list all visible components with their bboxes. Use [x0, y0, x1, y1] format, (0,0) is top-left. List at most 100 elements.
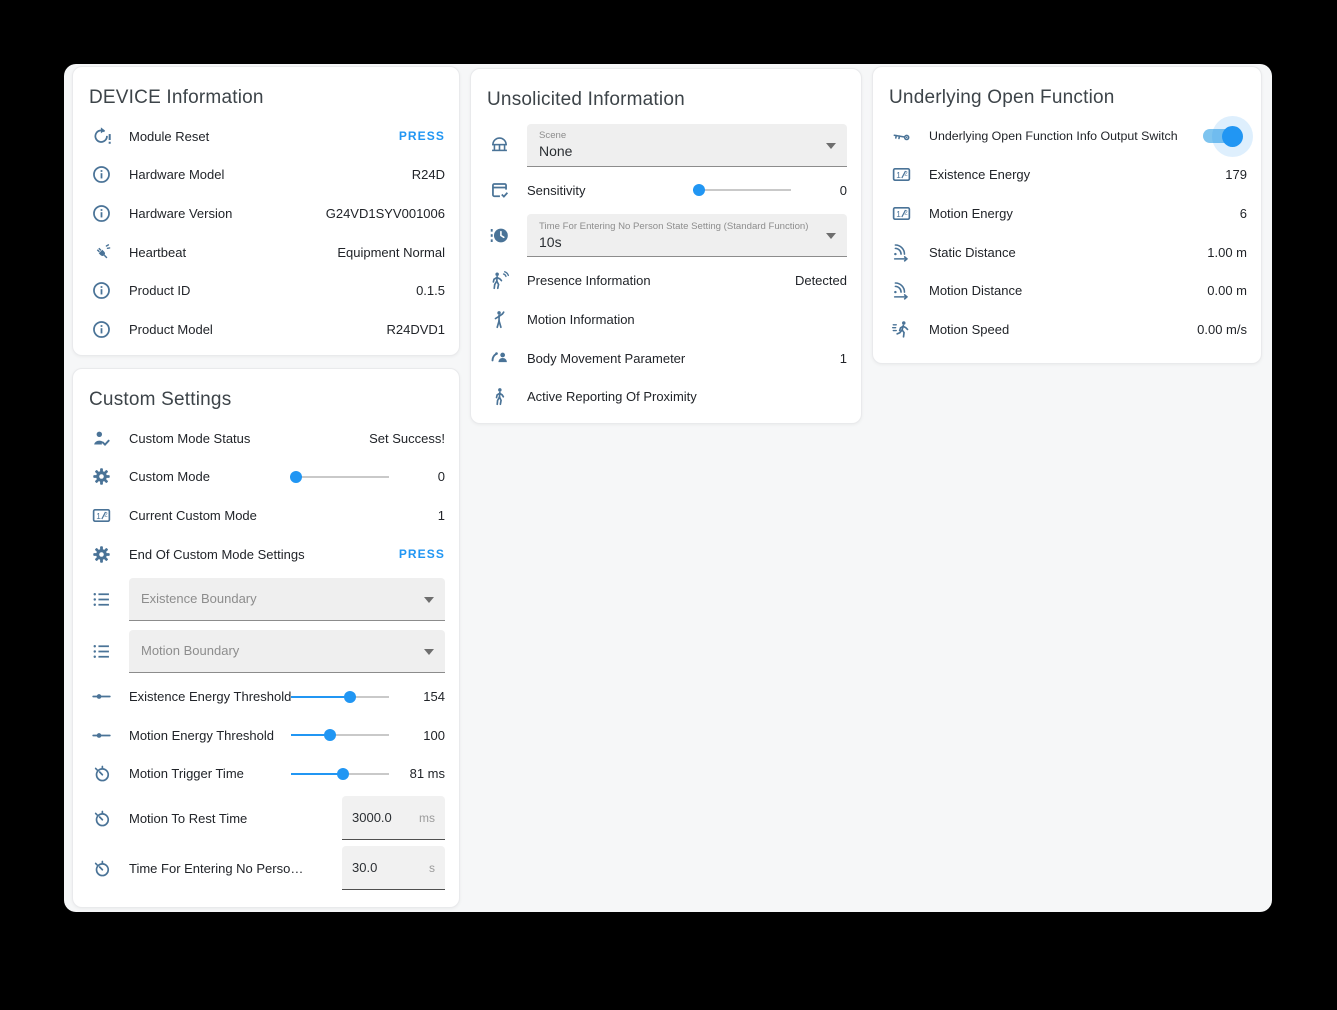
- info-icon: [89, 279, 113, 303]
- row-static-distance: Static Distance 1.00 m: [873, 233, 1261, 272]
- switch-thumb: [1222, 126, 1243, 147]
- signal-distance-icon: [889, 240, 913, 264]
- chevron-down-icon: [826, 233, 836, 239]
- row-label: Body Movement Parameter: [527, 351, 685, 366]
- timer-icon: [89, 856, 113, 880]
- select-label: Time For Entering No Person State Settin…: [539, 221, 817, 232]
- motion-to-rest-time-input[interactable]: 3000.0 ms: [342, 796, 445, 840]
- scene-select[interactable]: Scene None: [527, 124, 847, 167]
- row-label: End Of Custom Mode Settings: [129, 547, 305, 562]
- row-label: Motion To Rest Time: [129, 811, 247, 826]
- counter-icon: 1 2: [889, 201, 913, 225]
- row-sensitivity: Sensitivity 0: [471, 171, 861, 210]
- slider-value: 0: [401, 469, 445, 484]
- row-motion-to-rest-time: Motion To Rest Time 3000.0 ms: [73, 793, 459, 843]
- row-info-output-switch: Underlying Open Function Info Output Swi…: [873, 117, 1261, 156]
- row-motion-trigger-time: Motion Trigger Time 81 ms: [73, 755, 459, 794]
- no-person-time-select[interactable]: Time For Entering No Person State Settin…: [527, 214, 847, 257]
- row-end-of-custom-mode: End Of Custom Mode Settings PRESS: [73, 535, 459, 574]
- row-value: R24D: [412, 167, 445, 182]
- power-plug-icon: [89, 240, 113, 264]
- signal-distance-icon: [889, 279, 913, 303]
- row-label: Time For Entering No Perso…: [129, 861, 303, 876]
- row-label: Motion Energy: [929, 206, 1013, 221]
- app-panel: DEVICE Information Module Reset PRESS Ha…: [64, 64, 1272, 912]
- row-label: Motion Energy Threshold: [129, 728, 274, 743]
- end-custom-mode-press-button[interactable]: PRESS: [399, 547, 445, 561]
- row-label: Motion Distance: [929, 283, 1022, 298]
- list-icon: [89, 639, 113, 663]
- restart-alert-icon: [89, 124, 113, 148]
- row-label: Motion Speed: [929, 322, 1009, 337]
- existence-energy-threshold-slider[interactable]: [291, 690, 389, 704]
- row-value: G24VD1SYV001006: [326, 206, 445, 221]
- row-label: Presence Information: [527, 273, 651, 288]
- input-value: 3000.0: [352, 810, 392, 825]
- key-icon: [889, 124, 913, 148]
- row-product-model: Product Model R24DVD1: [73, 310, 459, 349]
- counter-icon: 1 2: [89, 503, 113, 527]
- row-value: R24DVD1: [386, 322, 445, 337]
- body-movement-icon: [487, 346, 511, 370]
- row-custom-mode-status: Custom Mode Status Set Success!: [73, 419, 459, 458]
- card-device-information: DEVICE Information Module Reset PRESS Ha…: [72, 66, 460, 356]
- select-value: 10s: [539, 234, 817, 250]
- row-label: Existence Energy Threshold: [129, 689, 291, 704]
- row-label: Custom Mode Status: [129, 431, 250, 446]
- row-existence-energy: 1 2 Existence Energy 179: [873, 156, 1261, 195]
- cog-icon: [89, 542, 113, 566]
- row-label: Motion Information: [527, 312, 635, 327]
- sensitivity-slider[interactable]: [693, 183, 791, 197]
- row-label: Active Reporting Of Proximity: [527, 389, 697, 404]
- existence-boundary-select[interactable]: Existence Boundary: [129, 578, 445, 621]
- card-title: DEVICE Information: [73, 67, 459, 117]
- row-value: 1: [438, 508, 445, 523]
- motion-sensor-icon: [487, 269, 511, 293]
- row-value: Set Success!: [369, 431, 445, 446]
- row-motion-boundary: Motion Boundary: [73, 625, 459, 677]
- slider-value: 100: [401, 728, 445, 743]
- info-icon: [89, 317, 113, 341]
- row-label: Motion Trigger Time: [129, 766, 244, 781]
- card-title: Unsolicited Information: [471, 69, 861, 119]
- row-value: 179: [1225, 167, 1247, 182]
- checklist-icon: [487, 178, 511, 202]
- input-value: 30.0: [352, 860, 377, 875]
- input-unit: s: [429, 861, 435, 875]
- info-output-switch-toggle[interactable]: [1203, 129, 1239, 143]
- progress-clock-icon: [487, 224, 511, 248]
- row-current-custom-mode: 1 2 Current Custom Mode 1: [73, 496, 459, 535]
- row-heartbeat: Heartbeat Equipment Normal: [73, 233, 459, 272]
- card-title: Underlying Open Function: [873, 67, 1261, 117]
- slider-thumb: [344, 691, 356, 703]
- motion-energy-threshold-slider[interactable]: [291, 728, 389, 742]
- row-body-movement: Body Movement Parameter 1: [471, 339, 861, 378]
- timer-icon: [89, 806, 113, 830]
- counter-icon: 1 2: [889, 163, 913, 187]
- svg-text:2: 2: [904, 171, 908, 178]
- time-entering-no-person-input[interactable]: 30.0 s: [342, 846, 445, 890]
- motion-boundary-select[interactable]: Motion Boundary: [129, 630, 445, 673]
- run-fast-icon: [889, 317, 913, 341]
- row-presence-information: Presence Information Detected: [471, 262, 861, 301]
- list-icon: [89, 587, 113, 611]
- card-unsolicited-information: Unsolicited Information Scene None: [470, 68, 862, 424]
- slider-thumb: [290, 471, 302, 483]
- slider-thumb: [693, 184, 705, 196]
- row-label: Product ID: [129, 283, 190, 298]
- row-motion-energy-threshold: Motion Energy Threshold 100: [73, 716, 459, 755]
- dome-scene-icon: [487, 133, 511, 157]
- custom-mode-slider[interactable]: [291, 470, 389, 484]
- card-title: Custom Settings: [73, 369, 459, 419]
- row-existence-boundary: Existence Boundary: [73, 573, 459, 625]
- row-existence-energy-threshold: Existence Energy Threshold 154: [73, 677, 459, 716]
- module-reset-press-button[interactable]: PRESS: [399, 129, 445, 143]
- motion-trigger-time-slider[interactable]: [291, 767, 389, 781]
- row-label: Current Custom Mode: [129, 508, 257, 523]
- timer-icon: [89, 762, 113, 786]
- select-label: Existence Boundary: [141, 591, 415, 606]
- select-value: None: [539, 143, 817, 159]
- row-value: 0.00 m: [1207, 283, 1247, 298]
- input-unit: ms: [419, 811, 435, 825]
- row-label: Hardware Version: [129, 206, 232, 221]
